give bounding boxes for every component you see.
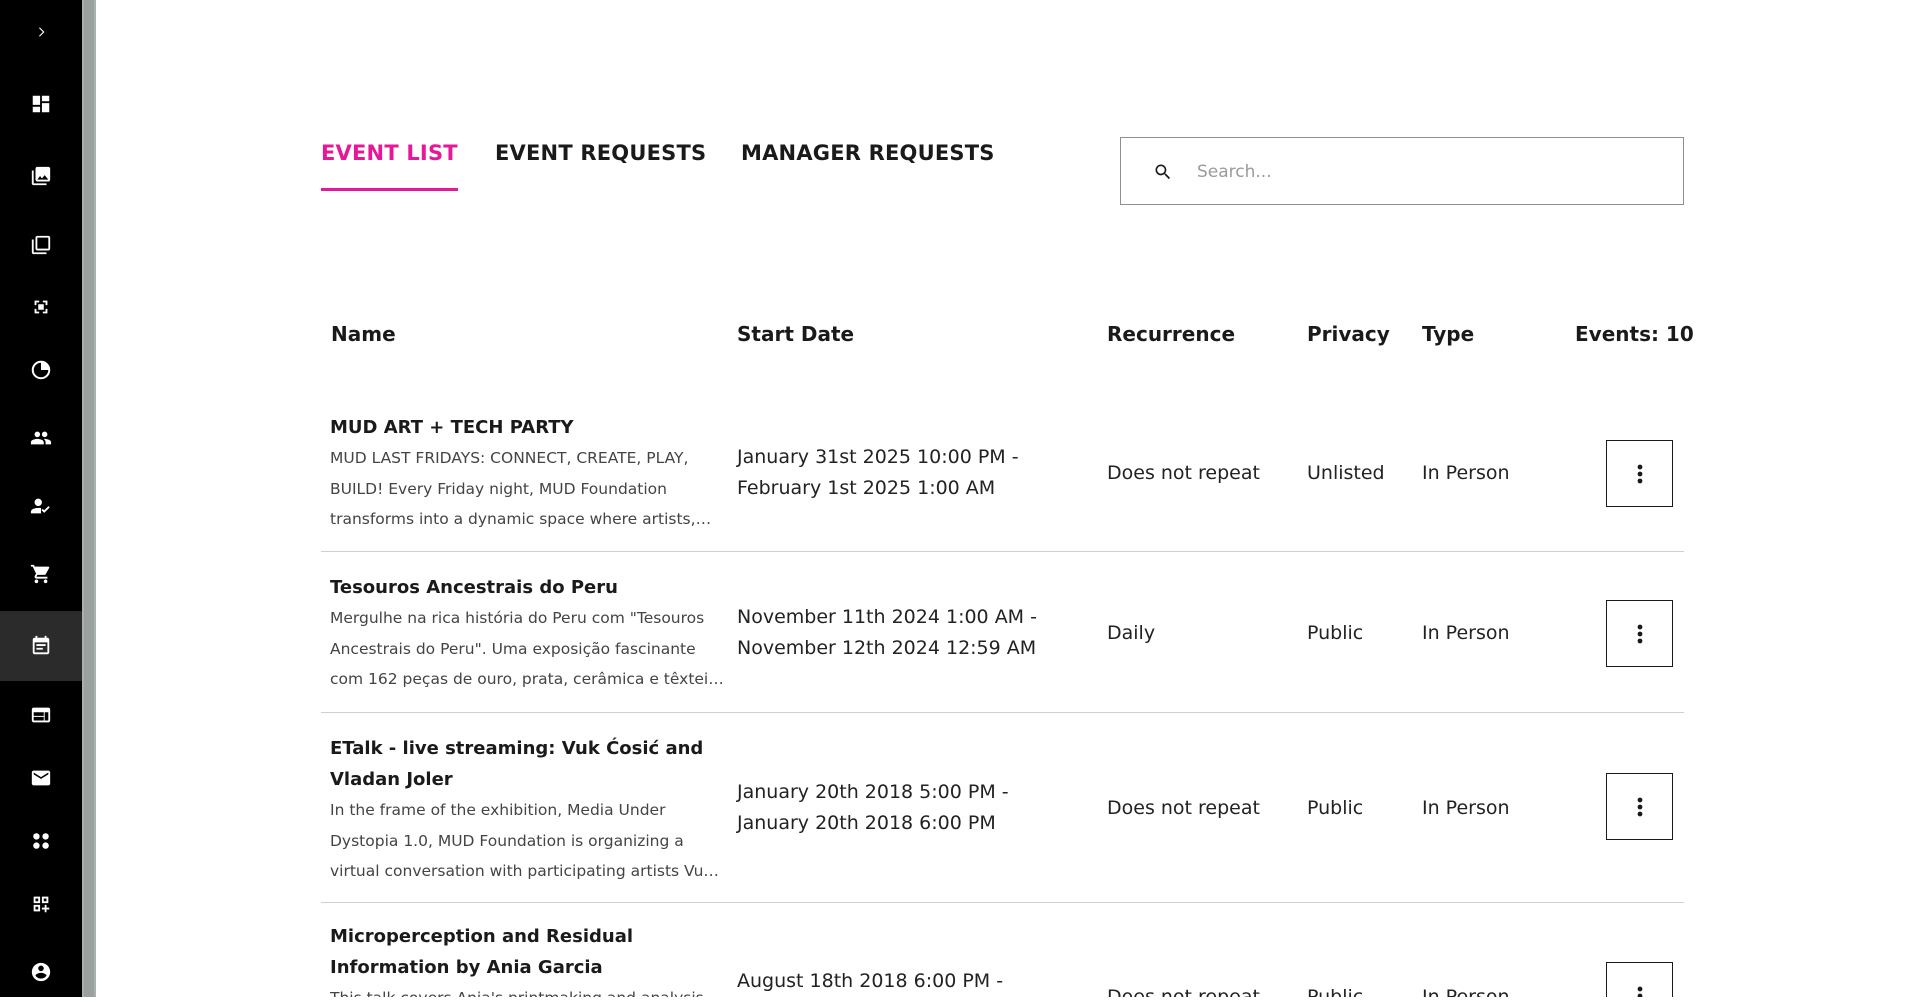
account-icon [31,962,51,982]
event-type: In Person [1422,797,1510,819]
tab-event-requests[interactable]: EVENT REQUESTS [495,136,706,192]
event-recurrence: Does not repeat [1107,797,1260,819]
event-title[interactable]: ETalk - live streaming: Vuk Ćosić and Vl… [330,733,725,795]
event-description: This talk covers Ania's printmaking and … [330,983,725,997]
sidebar-item-add-widget[interactable] [0,869,82,939]
sidebar-item-apps[interactable] [0,806,82,876]
event-privacy: Public [1307,986,1364,997]
event-description: Mergulhe na rica história do Peru com "T… [330,609,717,688]
event-description: MUD LAST FRIDAYS: CONNECT, CREATE, PLAY,… [330,449,696,528]
event-privacy: Public [1307,797,1364,819]
event-start-date: November 11th 2024 1:00 AM - November 12… [737,602,1057,664]
event-end-date-line: February 1st 2025 1:00 AM [737,477,996,499]
event-name-cell: ETalk - live streaming: Vuk Ćosić and Vl… [330,733,725,887]
apps-icon [33,833,49,849]
event-end-date-line: November 12th 2024 12:59 AM [737,637,1037,659]
event-start-date: August 18th 2018 6:00 PM - [737,966,1057,997]
event-name-cell: Tesouros Ancestrais do Peru Mergulhe na … [330,572,725,695]
event-start-date-line: January 20th 2018 5:00 PM - [737,781,1009,803]
column-header-recurrence[interactable]: Recurrence [1107,322,1235,346]
fullscreen-icon [34,300,48,314]
sidebar-item-dashboard[interactable] [0,69,82,139]
table-row[interactable]: Microperception and Residual Information… [321,919,1684,997]
calendar-icon [32,635,50,655]
event-start-date-line: November 11th 2024 1:00 AM - [737,606,1037,628]
search-icon [1155,164,1171,180]
dashboard-icon [32,95,50,113]
event-privacy: Public [1307,622,1364,644]
search-box [1120,137,1684,205]
table-row[interactable]: ETalk - live streaming: Vuk Ćosić and Vl… [321,730,1684,903]
event-title[interactable]: Microperception and Residual Information… [330,921,725,983]
sidebar-item-collections[interactable] [0,210,82,280]
row-actions-button[interactable] [1606,600,1673,667]
column-header-start-date[interactable]: Start Date [737,322,854,346]
table-row[interactable]: MUD ART + TECH PARTY MUD LAST FRIDAYS: C… [321,410,1684,552]
event-start-date: January 31st 2025 10:00 PM - February 1s… [737,442,1057,504]
table-header: Name Start Date Recurrence Privacy Type … [321,322,1694,358]
sidebar [0,0,82,997]
event-privacy: Unlisted [1307,462,1385,484]
sidebar-item-browser[interactable] [0,680,82,750]
chevron-right-icon [39,27,45,37]
event-recurrence: Does not repeat [1107,986,1260,997]
add-widget-icon [33,896,50,913]
event-start-date: January 20th 2018 5:00 PM - January 20th… [737,777,1057,839]
cart-icon [30,564,50,584]
row-actions-button[interactable] [1606,440,1673,507]
event-name-cell: Microperception and Residual Information… [330,921,725,997]
collections-icon [31,235,51,255]
sidebar-item-events[interactable] [0,611,82,681]
event-type: In Person [1422,986,1510,997]
column-header-type[interactable]: Type [1422,322,1474,346]
event-recurrence: Does not repeat [1107,462,1260,484]
tab-manager-requests[interactable]: MANAGER REQUESTS [741,136,995,192]
event-start-date-line: August 18th 2018 6:00 PM - [737,970,1004,992]
mail-icon [31,770,51,786]
sidebar-item-users[interactable] [0,403,82,473]
page-scrollbar-thumb[interactable] [84,0,94,997]
browser-icon [31,707,51,723]
sidebar-item-mail[interactable] [0,743,82,813]
sidebar-item-analytics[interactable] [0,335,82,405]
event-description: In the frame of the exhibition, Media Un… [330,801,713,880]
event-type: In Person [1422,622,1510,644]
search-input[interactable] [1197,152,1657,192]
column-header-privacy[interactable]: Privacy [1307,322,1390,346]
row-actions-button[interactable] [1606,962,1673,997]
event-title[interactable]: Tesouros Ancestrais do Peru [330,572,725,603]
gallery-icon [31,166,51,186]
user-check-icon [30,498,50,514]
sidebar-item-cart[interactable] [0,539,82,609]
table-row[interactable]: Tesouros Ancestrais do Peru Mergulhe na … [321,570,1684,713]
row-actions-button[interactable] [1606,773,1673,840]
events-count: Events: 10 [1575,322,1694,346]
more-vertical-icon [1637,464,1642,483]
users-icon [30,431,52,445]
event-recurrence: Daily [1107,622,1156,644]
more-vertical-icon [1637,624,1642,643]
event-name-cell: MUD ART + TECH PARTY MUD LAST FRIDAYS: C… [330,412,725,535]
event-type: In Person [1422,462,1510,484]
more-vertical-icon [1637,986,1642,997]
more-vertical-icon [1637,797,1642,816]
event-end-date-line: January 20th 2018 6:00 PM [737,812,996,834]
event-title[interactable]: MUD ART + TECH PARTY [330,412,725,443]
sidebar-item-user-check[interactable] [0,471,82,541]
tab-event-list[interactable]: EVENT LIST [321,136,458,192]
sidebar-expand-button[interactable] [0,8,82,56]
event-start-date-line: January 31st 2025 10:00 PM - [737,446,1019,468]
column-header-name[interactable]: Name [331,322,396,346]
sidebar-item-fullscreen[interactable] [0,272,82,342]
analytics-icon [31,360,51,380]
sidebar-item-gallery[interactable] [0,141,82,211]
